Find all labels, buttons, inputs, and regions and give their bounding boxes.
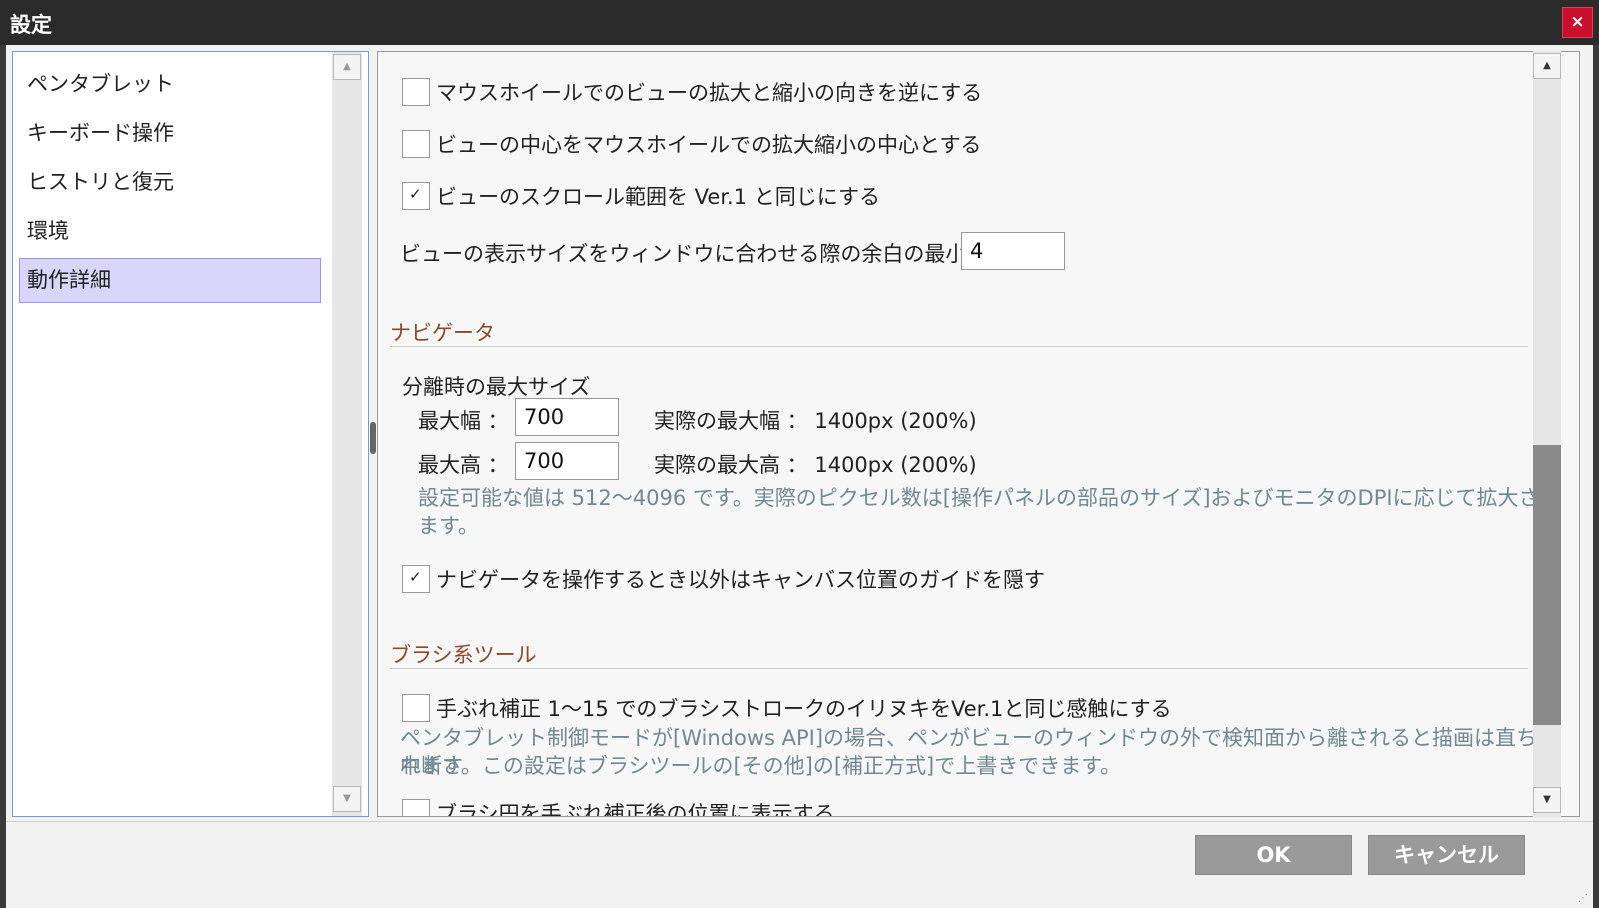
actual-max-height-text: 実際の最大高 ： 1400px (200%): [654, 453, 977, 477]
navigator-section-divider: [390, 346, 1528, 347]
nav-item-behavior-details[interactable]: 動作詳細: [19, 258, 321, 303]
footer-divider: [6, 821, 1593, 822]
max-height-label: 最大高 ：: [418, 453, 509, 477]
detached-max-size-label: 分離時の最大サイズ: [402, 375, 591, 399]
nav-item-pen-tablet[interactable]: ペンタブレット: [19, 62, 321, 107]
brush-cursor-position-option[interactable]: ブラシ円を手ぶれ補正後の位置に表示する: [402, 798, 835, 817]
settings-dialog: ペンタブレット キーボード操作 ヒストリと復元 環境 動作詳細 ▲ ▼ マウスホ…: [6, 45, 1593, 908]
resize-grip-icon[interactable]: ⋰: [1578, 893, 1588, 904]
nav-item-history[interactable]: ヒストリと復元: [19, 160, 321, 205]
max-width-label: 最大幅 ：: [418, 409, 509, 433]
settings-panel: マウスホイールでのビューの拡大と縮小の向きを逆にする ビューの中心をマウスホイー…: [377, 51, 1580, 817]
brush-section-title: ブラシ系ツール: [390, 643, 537, 667]
ok-button[interactable]: OK: [1195, 835, 1352, 875]
scroll-v1-checkbox[interactable]: [402, 182, 430, 210]
splitter-grip-icon[interactable]: [370, 422, 376, 454]
navigator-section-title: ナビゲータ: [390, 321, 495, 345]
wheel-reverse-label: マウスホイールでのビューの拡大と縮小の向きを逆にする: [436, 81, 983, 105]
scroll-v1-label: ビューのスクロール範囲を Ver.1 と同じにする: [436, 185, 880, 209]
view-center-checkbox[interactable]: [402, 130, 430, 158]
view-center-label: ビューの中心をマウスホイールでの拡大縮小の中心とする: [436, 133, 982, 157]
nav-item-keyboard[interactable]: キーボード操作: [19, 111, 321, 156]
view-margin-label: ビューの表示サイズをウィンドウに合わせる際の余白の最小値 ：: [400, 242, 1016, 266]
title-bar: 設定 ×: [0, 0, 1599, 45]
stabilizer-taper-option[interactable]: 手ぶれ補正 1〜15 でのブラシストロークのイリヌキをVer.1と同じ感触にする: [402, 693, 1172, 723]
pane-splitter[interactable]: [369, 51, 377, 817]
wheel-reverse-option[interactable]: マウスホイールでのビューの拡大と縮小の向きを逆にする: [402, 77, 982, 107]
navigator-size-note-line1: 設定可能な値は 512〜4096 です。実際のピクセル数は[操作パネルの部品のサ…: [418, 486, 1561, 510]
hide-guide-option[interactable]: ナビゲータを操作するとき以外はキャンバス位置のガイドを隠す: [402, 564, 1045, 594]
nav-item-environment[interactable]: 環境: [19, 209, 321, 254]
scrollbar-thumb[interactable]: [1533, 445, 1561, 725]
scroll-v1-option[interactable]: ビューのスクロール範囲を Ver.1 と同じにする: [402, 181, 880, 211]
brush-section-divider: [390, 668, 1528, 669]
hide-guide-checkbox[interactable]: [402, 565, 430, 593]
navigator-size-note-line2: ます。: [418, 514, 479, 538]
scroll-up-arrow-icon[interactable]: ▲: [1533, 53, 1561, 79]
hide-guide-label: ナビゲータを操作するとき以外はキャンバス位置のガイドを隠す: [436, 568, 1045, 592]
stabilizer-taper-label: 手ぶれ補正 1〜15 でのブラシストロークのイリヌキをVer.1と同じ感触にする: [436, 697, 1172, 721]
cancel-button[interactable]: キャンセル: [1368, 835, 1525, 875]
stabilizer-taper-checkbox[interactable]: [402, 694, 430, 722]
window-title: 設定: [10, 13, 52, 37]
brush-cursor-position-checkbox[interactable]: [402, 799, 430, 816]
wheel-reverse-checkbox[interactable]: [402, 78, 430, 106]
view-margin-input[interactable]: 4: [961, 232, 1065, 270]
brush-cursor-position-label: ブラシ円を手ぶれ補正後の位置に表示する: [436, 802, 835, 817]
scroll-up-arrow-icon[interactable]: ▲: [333, 54, 361, 80]
brush-note-line2: れます。この設定はブラシツールの[その他]の[補正方式]で上書きできます。: [400, 754, 1122, 778]
settings-panel-scrollbar[interactable]: ▲ ▼: [1533, 51, 1561, 817]
max-width-input[interactable]: 700: [515, 398, 619, 436]
max-height-input[interactable]: 700: [515, 442, 619, 480]
view-center-option[interactable]: ビューの中心をマウスホイールでの拡大縮小の中心とする: [402, 129, 981, 159]
actual-max-width-text: 実際の最大幅 ： 1400px (200%): [654, 409, 977, 433]
category-list: ペンタブレット キーボード操作 ヒストリと復元 環境 動作詳細 ▲ ▼: [12, 51, 369, 817]
scroll-down-arrow-icon[interactable]: ▼: [1533, 787, 1561, 813]
category-list-scrollbar[interactable]: ▲ ▼: [332, 52, 362, 816]
scroll-down-arrow-icon[interactable]: ▼: [333, 786, 361, 812]
close-button[interactable]: ×: [1562, 7, 1593, 38]
